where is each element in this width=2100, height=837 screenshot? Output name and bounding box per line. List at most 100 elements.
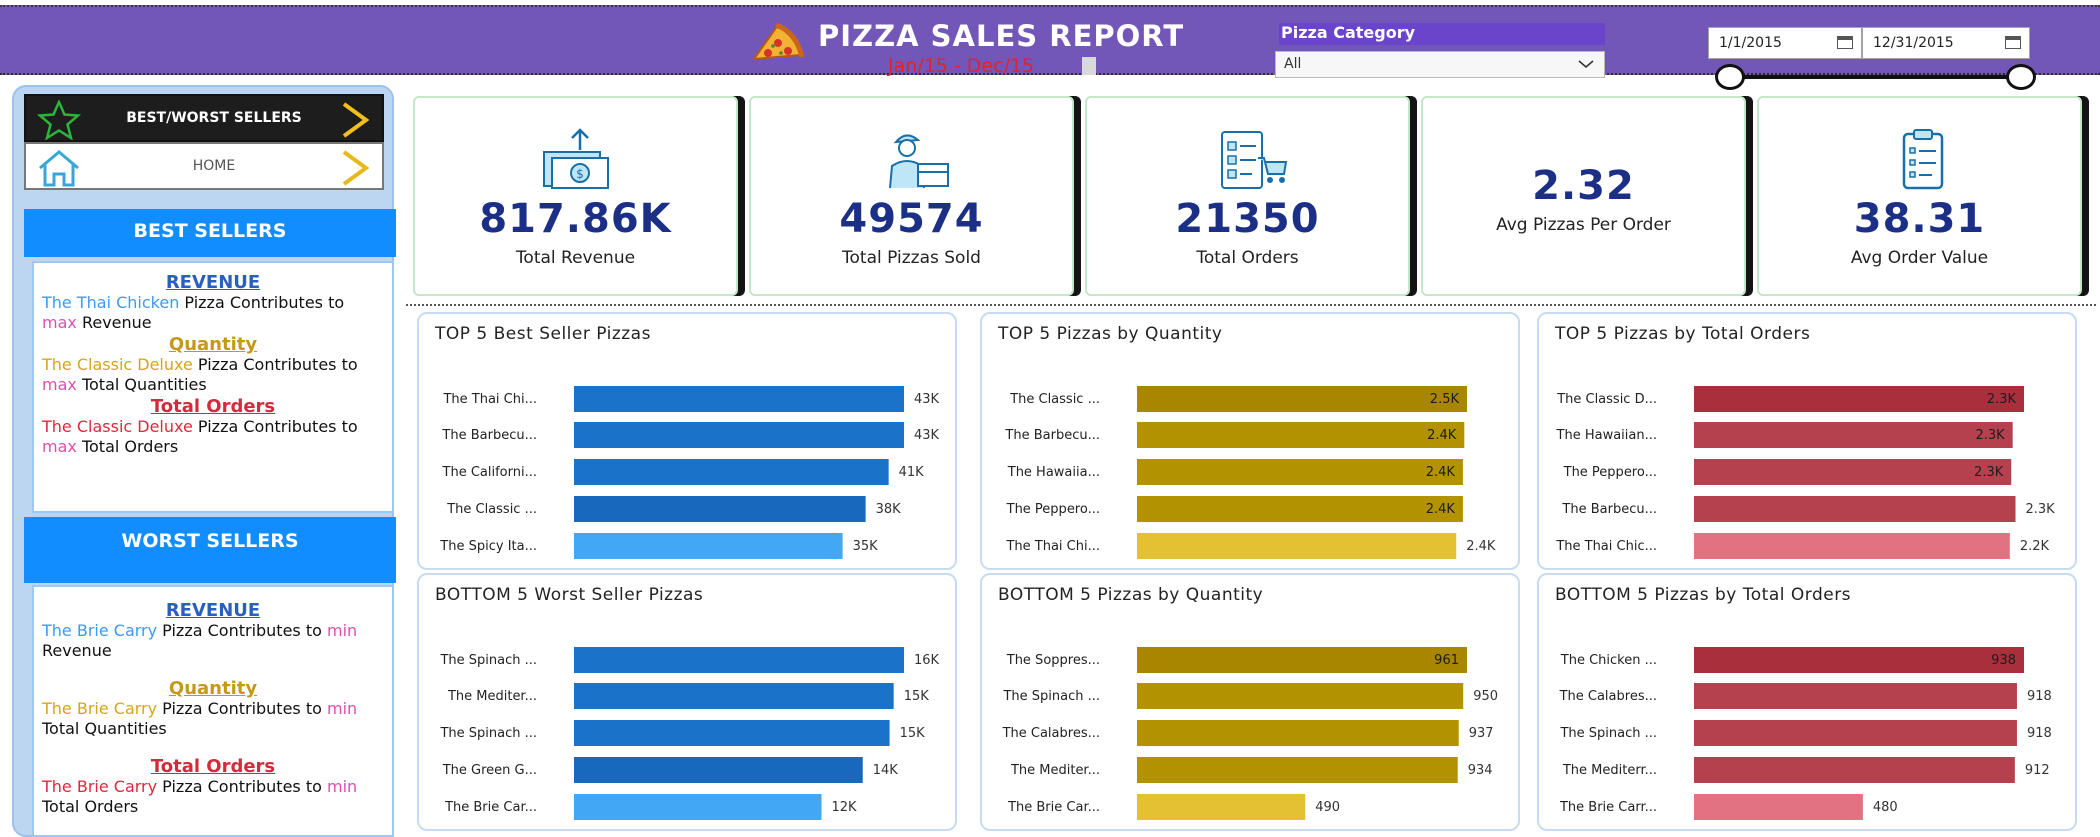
category-label: The Thai Chic... [1555, 539, 1657, 554]
bar[interactable] [1137, 422, 1465, 448]
best-quantity-title: Quantity [168, 334, 258, 355]
data-label: 15K [900, 726, 926, 741]
bar-chart-area: The Chicken ... 938 The Calabres... 918 The … [1559, 647, 2052, 820]
kpi-value: 2.32 [1532, 163, 1635, 209]
bar[interactable] [1137, 757, 1458, 783]
bar[interactable] [1137, 683, 1464, 709]
date-range-start-handle[interactable] [1715, 64, 1745, 90]
bar[interactable] [1694, 533, 2010, 559]
chart-title: BOTTOM 5 Pizzas by Total Orders [1555, 585, 1852, 605]
category-label: The Spicy Ita... [439, 539, 537, 554]
bar[interactable] [1694, 459, 2012, 485]
bar[interactable] [574, 533, 843, 559]
bar[interactable] [1137, 720, 1459, 746]
category-label: The Peppero... [1563, 465, 1657, 480]
date-range-end-handle[interactable] [2006, 64, 2036, 90]
kpi-value: 38.31 [1853, 196, 1986, 242]
chart-bottom5-worst-seller: The Spinach ... 16K The Mediter... 15K The S… [417, 573, 957, 831]
bar[interactable] [1694, 496, 2016, 522]
data-label: 2.5K [1430, 392, 1460, 407]
data-label: 2.4K [1427, 428, 1457, 443]
bar[interactable] [1137, 794, 1306, 820]
data-label: 35K [853, 539, 879, 554]
category-label: The Brie Carr... [1559, 800, 1657, 815]
data-label: 43K [914, 392, 940, 407]
data-label: 41K [899, 465, 925, 480]
category-label: The Thai Chi... [1005, 539, 1100, 554]
worst-revenue-title: REVENUE [165, 600, 261, 621]
order-checklist-icon [1221, 131, 1288, 189]
kpi-label: Avg Pizzas Per Order [1496, 215, 1671, 235]
bar[interactable] [1137, 533, 1457, 559]
date-range-slider-track[interactable] [1730, 75, 2020, 79]
bar[interactable] [574, 496, 866, 522]
money-icon: $ [543, 128, 609, 189]
bar[interactable] [1694, 647, 2024, 673]
data-label: 2.3K [2026, 502, 2056, 517]
bar[interactable] [1694, 386, 2024, 412]
data-label: 2.4K [1466, 539, 1496, 554]
dashboard: PIZZA SALES REPORT Jan/15 - Dec/15 Pizza… [0, 0, 2100, 837]
bar[interactable] [574, 720, 890, 746]
category-label: The Hawaiia... [1007, 465, 1100, 480]
category-label: The Brie Car... [1007, 800, 1100, 815]
bar[interactable] [1694, 720, 2017, 746]
category-label: The Barbecu... [1004, 428, 1100, 443]
calendar-icon[interactable] [2005, 36, 2021, 49]
end-date-input[interactable]: 12/31/2015 [1862, 27, 2030, 59]
start-date-input[interactable]: 1/1/2015 [1708, 27, 1862, 59]
bar[interactable] [574, 757, 863, 783]
bar[interactable] [574, 386, 904, 412]
data-label: 43K [914, 428, 940, 443]
pizza-category-dropdown[interactable]: All [1275, 51, 1605, 78]
bar[interactable] [1694, 757, 2015, 783]
bar[interactable] [1137, 459, 1463, 485]
data-label: 950 [1473, 689, 1498, 704]
calendar-icon[interactable] [1837, 36, 1853, 49]
kpi-card-avg-order-value: 38.31 Avg Order Value [1757, 96, 2082, 296]
bar[interactable] [1694, 683, 2017, 709]
worst-quantity-title: Quantity [168, 678, 258, 699]
kpi-card-total-orders: 21350 Total Orders [1085, 96, 1410, 296]
bar[interactable] [1694, 422, 2013, 448]
best-quantity-text: The Classic Deluxe Pizza Contributes to … [42, 355, 358, 394]
bar[interactable] [574, 422, 904, 448]
bar[interactable] [1137, 647, 1467, 673]
category-label: The Barbecu... [441, 428, 537, 443]
category-label: The Calabres... [1559, 689, 1657, 704]
bar[interactable] [1137, 386, 1467, 412]
chart-top5-quantity: The Classic ... 2.5K The Barbecu... 2.4K The… [980, 312, 1520, 570]
data-label: 490 [1315, 800, 1340, 815]
nav-best-worst-sellers-button[interactable]: BEST/WORST SELLERS [24, 94, 384, 142]
bar[interactable] [1694, 794, 1863, 820]
nav-home-button[interactable]: HOME [24, 142, 384, 190]
bar-chart-area: The Soppres... 961 The Spinach ... 950 The C… [1002, 647, 1498, 820]
bar[interactable] [574, 647, 904, 673]
data-label: 2.4K [1426, 465, 1456, 480]
chart-bottom5-total-orders: The Chicken ... 938 The Calabres... 918 The … [1537, 573, 2077, 831]
kpi-value: 21350 [1175, 196, 1320, 242]
data-label: 934 [1468, 763, 1493, 778]
category-label: The Chicken ... [1560, 653, 1657, 668]
bar[interactable] [574, 459, 889, 485]
nav-home-label: HOME [192, 158, 236, 174]
data-label: 2.4K [1426, 502, 1456, 517]
star-icon [36, 100, 82, 140]
category-label: The Mediter... [1010, 763, 1100, 778]
data-label: 918 [2027, 726, 2052, 741]
bar[interactable] [1137, 496, 1463, 522]
data-label: 912 [2025, 763, 2050, 778]
category-label: The Mediter... [447, 689, 537, 704]
data-label: 2.3K [1975, 428, 2005, 443]
data-label: 15K [904, 689, 930, 704]
kpi-value: 49574 [839, 196, 984, 242]
kpi-label: Avg Order Value [1850, 248, 1989, 268]
category-label: The Soppres... [1006, 653, 1100, 668]
category-label: The Classic ... [446, 502, 537, 517]
bar[interactable] [574, 794, 822, 820]
bar[interactable] [574, 683, 894, 709]
text-cursor [1082, 57, 1096, 75]
bar-chart-area: The Thai Chi... 43K The Barbecu... 43K The C… [439, 386, 940, 559]
data-label: 2.3K [1987, 392, 2017, 407]
category-label: The Classic ... [1009, 392, 1100, 407]
